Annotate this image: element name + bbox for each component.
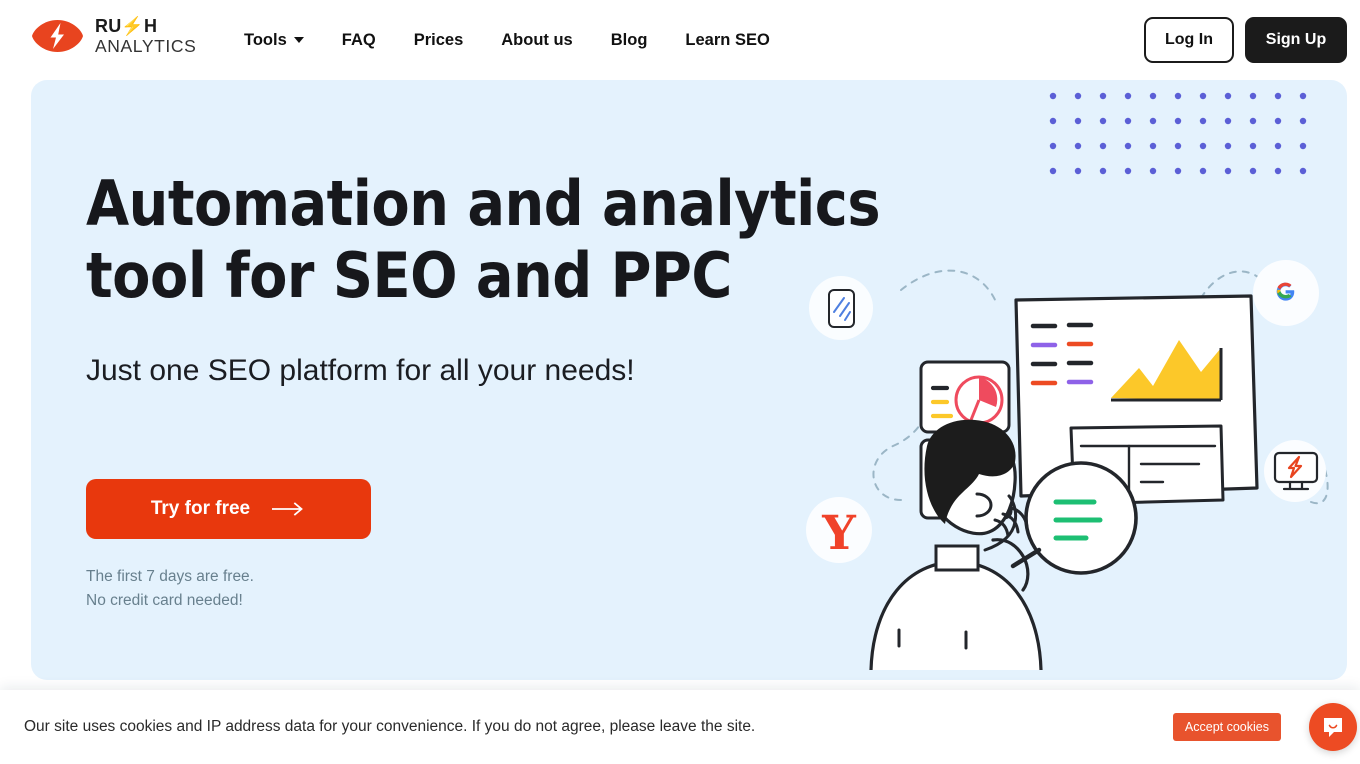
trial-note: The first 7 days are free. No credit car… [86,565,254,613]
chat-bubble-icon [1324,718,1342,737]
nav-item-learn-seo[interactable]: Learn SEO [685,31,769,50]
arrow-right-icon [272,502,304,516]
accept-cookies-button[interactable]: Accept cookies [1172,713,1281,741]
decorative-dot-grid [1049,92,1307,175]
hero-subtitle: Just one SEO platform for all your needs… [86,354,635,387]
trial-note-line-1: The first 7 days are free. [86,568,254,585]
try-for-free-button[interactable]: Try for free [86,479,371,539]
logo-eye-bolt-icon [32,20,83,52]
nav-label-blog: Blog [610,30,648,49]
hero-section: Automation and analytics tool for SEO an… [31,80,1347,680]
seo-analytics-illustration: Y [806,260,1329,670]
rush-analytics-logo[interactable]: RU⚡H ANALYTICS [31,16,196,56]
cookie-consent-text: Our site uses cookies and IP address dat… [24,718,756,735]
trial-note-line-2: No credit card needed! [86,592,243,609]
nav-item-faq[interactable]: FAQ [342,31,376,50]
nav-item-blog[interactable]: Blog [611,31,648,50]
logo-line-2: ANALYTICS [95,36,197,56]
nav-label-learn-seo: Learn SEO [685,30,770,49]
logo-line-1: RU⚡H [95,16,158,36]
site-header: RU⚡H ANALYTICS Tools FAQ Prices About us… [0,0,1360,80]
nav-label-about-us: About us [501,30,573,49]
nav-label-tools: Tools [244,30,287,49]
nav-item-about-us[interactable]: About us [501,31,573,50]
nav-label-prices: Prices [413,30,464,49]
try-for-free-label: Try for free [150,498,251,519]
chevron-down-icon [293,37,304,43]
nav-item-tools[interactable]: Tools [244,31,304,50]
nav-item-prices[interactable]: Prices [414,31,464,50]
nav-label-faq: FAQ [341,30,376,49]
yandex-y-icon: Y [821,506,856,561]
logo-text: RU⚡H ANALYTICS [95,16,197,57]
auth-buttons: Log In Sign Up [1144,0,1347,80]
sign-up-button[interactable]: Sign Up [1245,17,1347,63]
main-navigation: Tools FAQ Prices About us Blog Learn SEO [244,0,770,80]
mobile-phone-icon [828,289,855,328]
cookie-consent-bar: Our site uses cookies and IP address dat… [0,690,1360,764]
chat-widget-button[interactable] [1309,703,1357,751]
log-in-button[interactable]: Log In [1144,17,1234,63]
